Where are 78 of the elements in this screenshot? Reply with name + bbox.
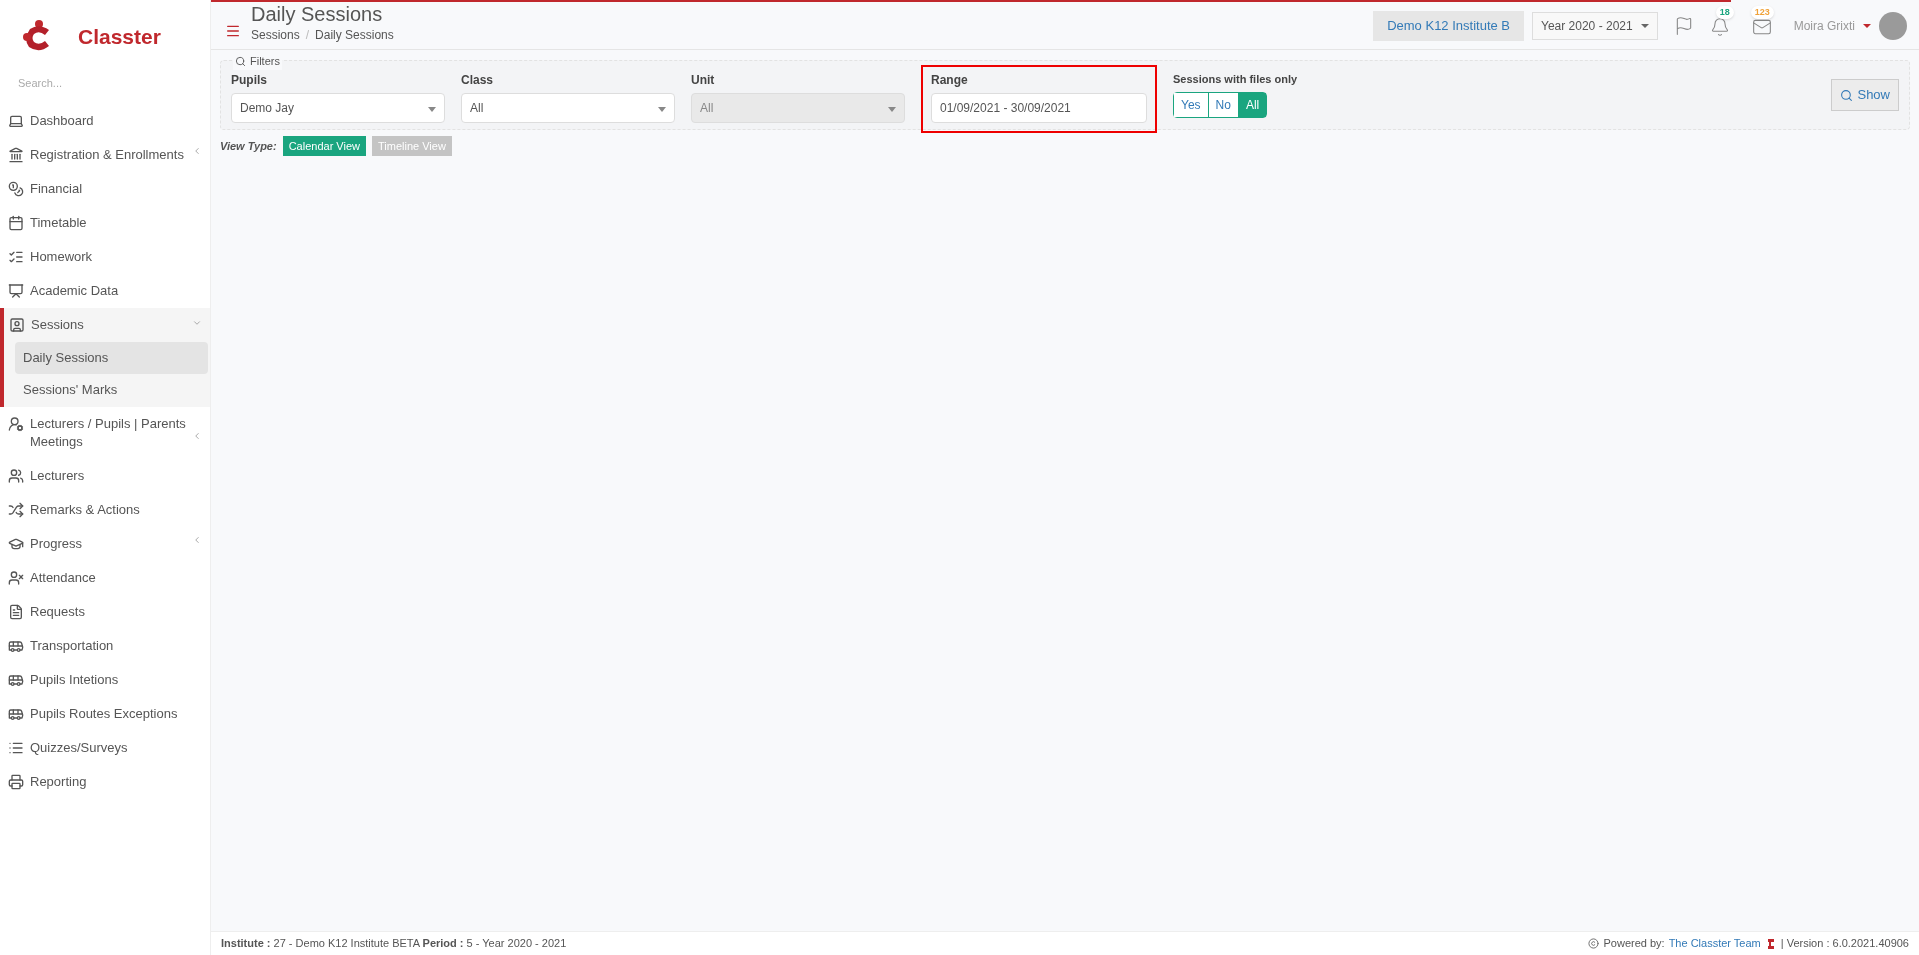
- caret-icon: [658, 107, 666, 112]
- coins-icon: [8, 181, 24, 197]
- shuffle-icon: [8, 502, 24, 518]
- sidebar-item[interactable]: Dashboard: [0, 104, 210, 138]
- year-select[interactable]: Year 2020 - 2021: [1532, 11, 1658, 40]
- sidebar-item[interactable]: Sessions: [4, 308, 210, 342]
- institute-button[interactable]: Demo K12 Institute B: [1373, 10, 1524, 41]
- toggle-option[interactable]: Yes: [1174, 92, 1208, 117]
- field-label: Unit: [691, 72, 716, 89]
- message-count: 123: [1750, 5, 1774, 19]
- bus-icon: [8, 672, 24, 688]
- list-icon: [8, 740, 24, 756]
- breadcrumb-link[interactable]: Daily Sessions: [315, 25, 394, 44]
- show-button[interactable]: Show: [1831, 79, 1899, 111]
- checklist-icon: [8, 249, 24, 265]
- submenu-item[interactable]: Sessions' Marks: [15, 373, 208, 405]
- user-x-icon: [8, 570, 24, 586]
- user-gear-icon: [8, 416, 24, 432]
- search-icon: [235, 55, 246, 67]
- sidebar-item[interactable]: Registration & Enrollments: [0, 138, 210, 172]
- bank-icon: [8, 147, 24, 163]
- sidebar-item[interactable]: Pupils Routes Exceptions: [0, 697, 210, 731]
- brand-name: Classter: [78, 24, 161, 51]
- sidebar-item[interactable]: Requests: [0, 595, 210, 629]
- presentation-icon: [8, 283, 24, 299]
- notification-count: 18: [1715, 5, 1734, 19]
- field-label: Range: [931, 72, 969, 89]
- toggle-option[interactable]: No: [1207, 92, 1238, 117]
- document-icon: [8, 604, 24, 620]
- sidebar-item[interactable]: Financial: [0, 172, 210, 206]
- field-label: Class: [461, 72, 495, 89]
- chevron-left-icon: [192, 535, 202, 545]
- search-icon: [1840, 88, 1854, 102]
- laptop-icon: [8, 113, 24, 129]
- chevron-left-icon: [192, 146, 202, 156]
- sidebar-item[interactable]: Lecturers: [0, 459, 210, 493]
- chevron-down-icon: [192, 318, 202, 328]
- bus-icon: [8, 638, 24, 654]
- sidebar-item[interactable]: Transportation: [0, 629, 210, 663]
- sidebar-item[interactable]: Homework: [0, 240, 210, 274]
- sidebar-item[interactable]: Timetable: [0, 206, 210, 240]
- avatar[interactable]: [1879, 11, 1907, 40]
- select-field[interactable]: Demo Jay: [231, 93, 445, 123]
- breadcrumb-separator: /: [305, 26, 310, 44]
- sidebar-item[interactable]: Reporting: [0, 765, 210, 799]
- sidebar-item[interactable]: Lecturers / Pupils | Parents Meetings: [0, 407, 210, 459]
- filters-legend: Filters: [250, 53, 280, 70]
- search-field[interactable]: Search...: [18, 72, 192, 94]
- caret-icon: [1640, 23, 1649, 28]
- notifications-icon[interactable]: [1709, 16, 1730, 37]
- powered-by-text: Powered by:: [1603, 936, 1665, 952]
- field-label: Sessions with files only: [1173, 72, 1298, 87]
- sidebar-item[interactable]: Quizzes/Surveys: [0, 731, 210, 765]
- sidebar-item[interactable]: Remarks & Actions: [0, 493, 210, 527]
- team-link[interactable]: The Classter Team: [1668, 935, 1761, 952]
- sidebar-item[interactable]: Attendance: [0, 561, 210, 595]
- graduation-cap-icon: [8, 536, 24, 552]
- copyright-icon: [1588, 938, 1600, 949]
- page-title: Daily Sessions: [251, 1, 384, 26]
- field-label: Pupils: [231, 72, 268, 89]
- submenu-item[interactable]: Daily Sessions: [15, 342, 208, 374]
- institute-info: Institute : 27 - Demo K12 Institute BETA Period : 5 - Year 2020 - 2021: [221, 936, 567, 952]
- users-icon: [8, 468, 24, 484]
- breadcrumb-link[interactable]: Sessions: [251, 25, 300, 44]
- view-type-label: View Type:: [220, 138, 277, 154]
- printer-icon: [8, 774, 24, 790]
- caret-icon: [428, 107, 436, 112]
- sidebar-item[interactable]: Progress: [0, 527, 210, 561]
- caret-icon: [1863, 23, 1871, 28]
- chevron-left-icon: [192, 431, 202, 441]
- date-range-field[interactable]: 01/09/2021 - 30/09/2021: [931, 93, 1147, 123]
- select-field[interactable]: All: [461, 93, 675, 123]
- calendar-icon: [8, 215, 24, 231]
- bus-icon: [8, 706, 24, 722]
- sidebar-item[interactable]: Academic Data: [0, 274, 210, 308]
- sidebar-item[interactable]: Pupils Intetions: [0, 663, 210, 697]
- caret-icon: [888, 107, 896, 112]
- version-text: | Version : 6.0.2021.40906: [1780, 936, 1909, 952]
